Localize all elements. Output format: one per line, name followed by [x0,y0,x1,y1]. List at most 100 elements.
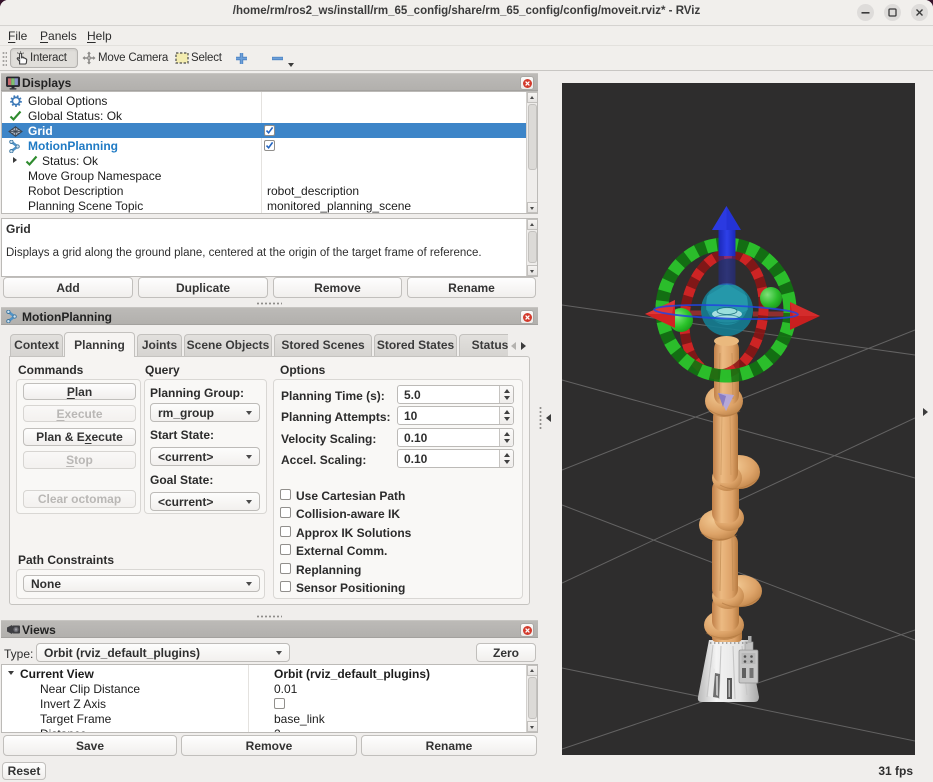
spin-buttons[interactable] [499,450,513,467]
motionplanning-enabled-checkbox[interactable] [264,140,275,151]
plan-button[interactable]: Plan [23,383,136,400]
remove-display-button[interactable]: Remove [273,277,402,298]
titlebar[interactable]: /home/rm/ros2_ws/install/rm_65_config/sh… [0,0,933,26]
stop-button[interactable]: Stop [23,451,136,469]
replanning-checkbox[interactable] [280,563,291,574]
minimize-button[interactable] [857,4,874,21]
rename-view-button[interactable]: Rename [361,735,537,756]
reset-button[interactable]: Reset [2,762,46,780]
view-type-combo[interactable]: Orbit (rviz_default_plugins) [36,643,290,662]
spin-down-icon[interactable] [503,396,510,400]
motionplanning-close-button[interactable] [520,310,534,324]
tab-stored-states[interactable]: Stored States [374,334,457,356]
tree-row-global-status[interactable]: Global Status: Ok [2,108,537,123]
planning-time-input[interactable] [404,386,492,403]
tree-row-motionplanning[interactable]: MotionPlanning [2,138,537,153]
scrollbar-thumb[interactable] [527,231,537,263]
tab-context[interactable]: Context [10,334,63,356]
scrollbar-up-button[interactable] [527,665,537,676]
menu-file[interactable]: File [8,29,27,43]
tree-row-move-group-namespace[interactable]: Move Group Namespace [2,168,537,183]
path-constraints-combo[interactable]: None [23,575,260,592]
spin-up-icon[interactable] [503,389,510,393]
add-tool-button[interactable] [231,48,252,68]
spin-buttons[interactable] [499,429,513,446]
toolbar-drag-handle[interactable] [2,51,7,66]
displays-panel-header[interactable]: Displays [1,73,538,91]
views-tree-scrollbar[interactable] [526,665,537,732]
expander-down-icon[interactable] [8,671,14,675]
use-cartesian-path-checkbox[interactable] [280,489,291,500]
panel-splitter-handle[interactable] [256,302,282,305]
goal-state-combo[interactable]: <current> [150,492,260,511]
velocity-scaling-spinbox[interactable] [397,428,514,447]
scrollbar-down-button[interactable] [527,202,537,213]
spin-down-icon[interactable] [503,439,510,443]
tree-row-value[interactable]: 0.01 [274,682,297,696]
add-display-button[interactable]: Add [3,277,133,298]
spin-down-icon[interactable] [503,460,510,464]
start-state-combo[interactable]: <current> [150,447,260,466]
spin-buttons[interactable] [499,386,513,403]
sensor-positioning-checkbox[interactable] [280,581,291,592]
planning-group-combo[interactable]: rm_group [150,403,260,422]
maximize-button[interactable] [884,4,901,21]
remove-tool-button[interactable] [267,48,294,68]
save-view-button[interactable]: Save [3,735,177,756]
tab-joints[interactable]: Joints [137,334,182,356]
planning-attempts-spinbox[interactable] [397,406,514,425]
close-button[interactable] [911,4,928,21]
collision-aware-ik-checkbox[interactable] [280,507,291,518]
tree-row-global-options[interactable]: Global Options [2,93,537,108]
accel-scaling-spinbox[interactable] [397,449,514,468]
spin-buttons[interactable] [499,407,513,424]
scrollbar-up-button[interactable] [527,92,537,103]
execute-button[interactable]: Execute [23,405,136,422]
tree-row-planning-scene-topic[interactable]: Planning Scene Topic monitored_planning_… [2,198,537,213]
tab-scene-objects[interactable]: Scene Objects [184,334,272,356]
viewport-splitter-dots[interactable] [539,406,542,430]
tree-row-distance[interactable]: Distance 2 [2,726,537,732]
planning-attempts-input[interactable] [404,407,492,424]
scrollbar-down-button[interactable] [527,721,537,732]
tree-row-value[interactable]: monitored_planning_scene [267,199,411,213]
interact-tool-button[interactable]: Interact [10,48,78,68]
expander-right-icon[interactable] [13,157,17,163]
tree-row-status-ok[interactable]: Status: Ok [2,153,537,168]
accel-scaling-input[interactable] [404,450,492,467]
render-viewport[interactable] [561,83,916,755]
spin-up-icon[interactable] [503,453,510,457]
center-sphere-handle[interactable] [701,283,753,336]
tab-scroll-right-button[interactable] [519,337,529,355]
displays-tree-scrollbar[interactable] [526,92,537,213]
tree-row-target-frame[interactable]: Target Frame base_link [2,711,537,726]
velocity-scaling-input[interactable] [404,429,492,446]
spin-down-icon[interactable] [503,417,510,421]
tree-row-value[interactable]: base_link [274,712,325,726]
grid-enabled-checkbox[interactable] [264,125,275,136]
panel-splitter-handle[interactable] [256,615,282,618]
menu-panels[interactable]: Panels [40,29,77,43]
spin-up-icon[interactable] [503,432,510,436]
scrollbar-down-button[interactable] [527,265,537,276]
tree-row-current-view[interactable]: Current View Orbit (rviz_default_plugins… [2,666,537,681]
planning-time-spinbox[interactable] [397,385,514,404]
views-panel-header[interactable]: Views [1,620,538,638]
zero-view-button[interactable]: Zero [476,643,536,662]
tab-status[interactable]: Status [459,334,508,356]
tree-row-value[interactable]: 2 [274,727,281,732]
approx-ik-solutions-checkbox[interactable] [280,526,291,537]
displays-tree[interactable]: Global Options Global Status: Ok Grid Mo… [1,91,538,214]
tree-row-invert-z[interactable]: Invert Z Axis [2,696,537,711]
scrollbar-thumb[interactable] [527,104,537,170]
viewport-splitter-collapse-left-icon[interactable] [546,414,551,422]
plan-and-execute-button[interactable]: Plan & Execute [23,428,136,446]
tab-scroll-left-button[interactable] [509,337,519,355]
duplicate-display-button[interactable]: Duplicate [138,277,268,298]
menu-help[interactable]: Help [87,29,112,43]
tree-row-grid-selected[interactable]: Grid [2,123,537,138]
tab-stored-scenes[interactable]: Stored Scenes [274,334,372,356]
scrollbar-thumb[interactable] [527,677,537,719]
tree-row-scene-geometry[interactable]: Scene Geometry [2,212,537,213]
views-tree[interactable]: Current View Orbit (rviz_default_plugins… [1,664,538,733]
